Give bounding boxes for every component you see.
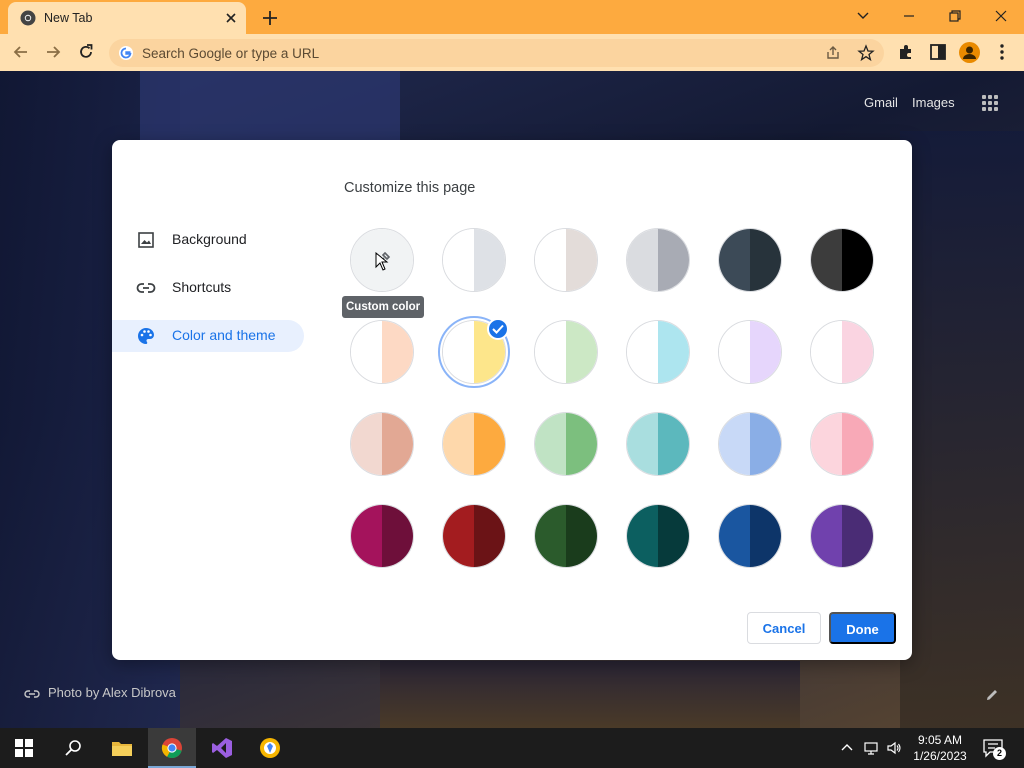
color-swatch[interactable] [810,320,874,384]
color-swatch[interactable] [810,504,874,568]
new-tab-button[interactable] [259,7,281,29]
chevron-up-icon[interactable] [839,740,855,756]
network-icon[interactable] [863,740,879,756]
color-swatch[interactable] [810,412,874,476]
search-button[interactable] [48,728,96,768]
volume-icon[interactable] [886,740,902,756]
close-tab-icon[interactable] [222,9,240,27]
back-arrow-icon[interactable] [11,42,31,62]
sidebar-item-color-and-theme[interactable]: Color and theme [112,320,304,352]
share-icon[interactable] [824,44,842,62]
color-swatch[interactable] [626,412,690,476]
extensions-puzzle-icon[interactable] [896,42,916,62]
color-swatch[interactable] [534,228,598,292]
custom-color-tooltip: Custom color [342,296,425,318]
search-icon [65,740,81,756]
start-button[interactable] [0,728,48,768]
color-swatch[interactable] [810,228,874,292]
sidebar-item-label: Background [172,231,247,247]
close-window-button[interactable] [978,2,1024,30]
sidebar-item-label: Shortcuts [172,279,232,295]
more-menu-icon[interactable] [992,42,1012,62]
clock-time: 9:05 AM [917,733,963,747]
color-swatch[interactable] [534,412,598,476]
photo-credit-text: Photo by Alex Dibrova [48,685,176,700]
color-swatch[interactable] [350,320,414,384]
minimize-button[interactable] [886,2,932,30]
image-icon [138,232,154,248]
tab-title: New Tab [44,11,93,25]
color-swatch[interactable] [626,228,690,292]
chrome-icon [161,738,182,759]
chrome-taskbar-button[interactable] [148,728,196,768]
forward-arrow-icon[interactable] [43,42,63,62]
dialog-title: Customize this page [344,180,476,196]
color-swatch[interactable] [718,320,782,384]
omnibox[interactable]: Search Google or type a URL [109,39,884,67]
visual-studio-icon [212,738,232,758]
brave-browser-button[interactable] [246,728,294,768]
system-clock[interactable]: 9:05 AM 1/26/2023 [912,732,968,764]
visual-studio-button[interactable] [198,728,246,768]
color-swatch[interactable] [718,504,782,568]
color-swatch[interactable] [350,412,414,476]
google-g-icon [119,46,133,60]
sidebar-item-shortcuts[interactable]: Shortcuts [112,272,304,304]
minimize-icon [904,15,914,17]
close-icon [995,10,1007,22]
windows-taskbar: 9:05 AM 1/26/2023 2 [0,728,1024,768]
tab-strip: New Tab [0,0,1024,34]
color-swatch[interactable] [442,412,506,476]
reload-icon[interactable] [76,42,96,62]
notification-count-badge: 2 [993,747,1006,760]
color-swatch[interactable] [442,228,506,292]
restore-button[interactable] [932,2,978,30]
omnibox-placeholder: Search Google or type a URL [142,46,320,61]
chevron-down-icon [857,12,869,19]
browser-toolbar: Search Google or type a URL [0,34,1024,71]
bookmark-star-icon[interactable] [857,44,875,62]
palette-icon [138,328,154,344]
tab-new-tab[interactable]: New Tab [8,2,246,34]
color-swatch[interactable] [534,504,598,568]
profile-avatar[interactable] [959,42,980,63]
link-icon [136,283,156,293]
color-swatch[interactable] [626,504,690,568]
tab-search-button[interactable] [840,2,886,30]
link-icon [24,690,40,698]
file-explorer-button[interactable] [98,728,146,768]
mouse-cursor-icon [375,252,389,271]
color-swatch[interactable] [718,412,782,476]
checkmark-icon [487,318,509,340]
pencil-icon[interactable] [984,687,1000,703]
gmail-link[interactable]: Gmail [864,95,898,110]
color-swatch[interactable] [534,320,598,384]
customize-dialog: Background Shortcuts Color and theme Cus… [112,140,912,660]
done-button[interactable]: Done [829,612,896,644]
sidebar-item-background[interactable]: Background [112,224,304,256]
windows-logo-icon [15,739,33,757]
side-panel-icon[interactable] [928,42,948,62]
color-swatch[interactable] [350,504,414,568]
background-building [380,661,800,728]
chrome-icon [20,10,36,26]
google-apps-icon[interactable] [982,95,998,111]
folder-icon [112,742,132,756]
restore-icon [949,10,961,22]
color-swatch[interactable] [718,228,782,292]
clock-date: 1/26/2023 [913,749,967,763]
color-swatch[interactable] [626,320,690,384]
images-link[interactable]: Images [912,95,955,110]
browser-app-icon [260,738,280,758]
color-swatch[interactable] [442,504,506,568]
background-building [900,131,1024,728]
cancel-button[interactable]: Cancel [747,612,821,644]
person-icon [963,46,976,59]
sidebar-item-label: Color and theme [172,327,276,343]
